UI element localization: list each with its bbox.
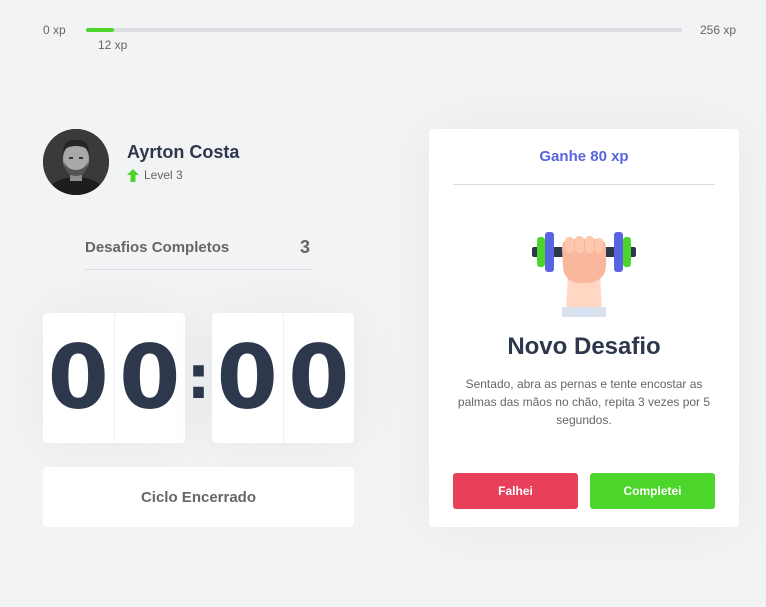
countdown-separator: : — [186, 343, 211, 413]
xp-progress-fill — [86, 28, 114, 32]
completed-challenges-count: 3 — [299, 237, 310, 257]
challenge-reward: Ganhe 80 xp — [453, 129, 715, 185]
xp-current-label: 12 xp — [98, 38, 128, 52]
countdown-minute-tens: 0 — [43, 313, 115, 443]
complete-button[interactable]: Completei — [590, 473, 715, 509]
profile-name: Ayrton Costa — [127, 142, 240, 162]
page: 0 xp 12 xp 256 xp Ayrton Costa Level 3 D… — [0, 0, 766, 607]
avatar — [43, 129, 109, 195]
completed-challenges: Desafios Completos 3 — [85, 236, 312, 270]
xp-progress-bar — [86, 28, 682, 32]
challenge-card: Ganhe 80 xp Novo Desafio Sentado, abra a… — [429, 129, 739, 527]
countdown-minute-ones: 0 — [119, 326, 181, 429]
challenge-description: Sentado, abra as pernas e tente encostar… — [457, 377, 711, 427]
level-label: Level 3 — [144, 168, 183, 182]
completed-challenges-label: Desafios Completos — [85, 239, 230, 256]
dumbbell-icon — [532, 232, 636, 317]
level-up-arrow-icon — [127, 168, 139, 182]
countdown-seconds: 0 0 — [212, 313, 354, 443]
xp-max-label: 256 xp — [700, 23, 737, 37]
countdown-minutes: 0 0 — [43, 313, 185, 443]
cycle-ended-button[interactable]: Ciclo Encerrado — [43, 467, 354, 527]
fail-button[interactable]: Falhei — [453, 473, 578, 509]
avatar-image — [43, 129, 109, 195]
challenge-title: Novo Desafio — [507, 333, 661, 360]
countdown-second-tens: 0 — [212, 313, 284, 443]
xp-min-label: 0 xp — [43, 23, 66, 37]
level-indicator: Level 3 — [127, 168, 183, 182]
countdown-second-ones: 0 — [288, 326, 350, 429]
